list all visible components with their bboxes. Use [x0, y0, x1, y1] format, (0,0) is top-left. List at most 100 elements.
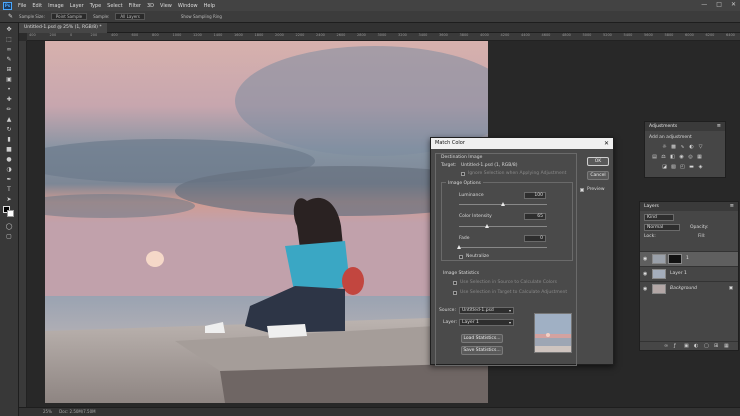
color-balance-icon[interactable]: ⚖	[660, 154, 667, 160]
show-sampling-ring-checkbox[interactable]: Show Sampling Ring	[181, 14, 222, 19]
menu-layer[interactable]: Layer	[67, 3, 87, 9]
minimize-icon[interactable]: —	[701, 1, 707, 8]
close-window-icon[interactable]: ✕	[731, 1, 736, 8]
visibility-eye-icon[interactable]: ◉	[643, 256, 647, 262]
eraser-tool-icon[interactable]: ▮	[4, 136, 14, 144]
adjustments-title[interactable]: Adjustments	[649, 124, 677, 129]
clone-stamp-icon[interactable]: ▲	[4, 116, 14, 124]
brush-tool-icon[interactable]: ✏	[4, 106, 14, 114]
gradient-map-icon[interactable]: ▬	[688, 164, 695, 170]
source-select[interactable]: Untitled-1.psd ▾	[459, 307, 514, 314]
frame-tool-icon[interactable]: ▣	[4, 76, 14, 84]
eyedropper-tool-icon[interactable]: ✎	[8, 13, 13, 20]
background-color-swatch[interactable]	[7, 210, 14, 217]
document-tab[interactable]: Untitled-1.psd @ 25% (1, RGB/8) *	[19, 23, 107, 33]
menu-view[interactable]: View	[157, 3, 175, 9]
ok-button[interactable]: OK	[587, 157, 609, 166]
menu-3d[interactable]: 3D	[144, 3, 157, 9]
vertical-ruler[interactable]	[19, 41, 27, 407]
document-image[interactable]	[45, 41, 488, 403]
layer-row-1[interactable]: ◉ 1	[640, 251, 738, 266]
new-group-icon[interactable]: ▢	[704, 343, 709, 349]
path-select-tool-icon[interactable]: ➤	[4, 196, 14, 204]
menu-file[interactable]: File	[15, 3, 29, 9]
menu-image[interactable]: Image	[45, 3, 67, 9]
bw-icon[interactable]: ◧	[669, 154, 676, 160]
fade-slider-track[interactable]	[459, 247, 547, 248]
photo-filter-icon[interactable]: ◉	[678, 154, 685, 160]
luminance-field[interactable]: 100	[524, 192, 546, 199]
color-intensity-slider-thumb[interactable]	[485, 224, 490, 228]
layers-title[interactable]: Layers	[644, 204, 659, 209]
blend-mode-select[interactable]: Normal	[644, 224, 680, 231]
zoom-level[interactable]: 25%	[43, 409, 52, 414]
threshold-icon[interactable]: ◰	[679, 164, 686, 170]
visibility-eye-icon[interactable]: ◉	[643, 286, 647, 292]
vibrance-icon[interactable]: ▽	[697, 144, 704, 150]
eyedropper-icon[interactable]: •	[4, 86, 14, 94]
add-mask-icon[interactable]: ▣	[684, 343, 689, 349]
blur-tool-icon[interactable]: ●	[4, 156, 14, 164]
layer-row-background[interactable]: ◉ Background ▣	[640, 281, 738, 296]
panel-menu-icon[interactable]: ≡	[730, 202, 734, 211]
close-icon[interactable]: ✕	[604, 138, 609, 149]
exposure-icon[interactable]: ◐	[688, 144, 695, 150]
healing-brush-icon[interactable]: ✚	[4, 96, 14, 104]
use-selection-source-checkbox[interactable]	[453, 281, 457, 285]
curves-icon[interactable]: ∿	[679, 144, 686, 150]
color-intensity-field[interactable]: 65	[524, 213, 546, 220]
layer-select[interactable]: Layer 1 ▾	[459, 319, 514, 326]
layer-kind-filter[interactable]: Kind	[644, 214, 674, 221]
sample-size-select[interactable]: Point Sample	[50, 13, 88, 20]
new-adjustment-icon[interactable]: ◐	[694, 343, 698, 349]
panel-menu-icon[interactable]: ≡	[717, 122, 721, 131]
menu-edit[interactable]: Edit	[29, 3, 45, 9]
preview-checkbox[interactable]	[580, 188, 584, 192]
load-statistics-button[interactable]: Load Statistics...	[461, 334, 503, 343]
history-brush-icon[interactable]: ↻	[4, 126, 14, 134]
hue-sat-icon[interactable]: ▤	[651, 154, 658, 160]
horizontal-ruler[interactable]: 400 200 0 200 400 600 800 1000 1200 1400 1600 1800 2…	[27, 33, 740, 41]
new-layer-icon[interactable]: ⊞	[714, 343, 718, 349]
lasso-tool-icon[interactable]: ∞	[4, 46, 14, 54]
layer-row-layer-1[interactable]: ◉ Layer 1	[640, 266, 738, 281]
menu-help[interactable]: Help	[201, 3, 218, 9]
fade-slider-thumb[interactable]	[457, 245, 461, 249]
link-layers-icon[interactable]: ∞	[664, 343, 668, 349]
fade-field[interactable]: 0	[524, 235, 546, 242]
quick-mask-icon[interactable]: ◯	[4, 223, 14, 231]
color-lookup-icon[interactable]: ▦	[696, 154, 703, 160]
channel-mixer-icon[interactable]: ◎	[687, 154, 694, 160]
save-statistics-button[interactable]: Save Statistics...	[461, 346, 503, 355]
marquee-tool-icon[interactable]: ⬚	[4, 36, 14, 44]
visibility-eye-icon[interactable]: ◉	[643, 271, 647, 277]
menu-type[interactable]: Type	[87, 3, 104, 9]
dodge-tool-icon[interactable]: ◑	[4, 166, 14, 174]
crop-tool-icon[interactable]: ⊞	[4, 66, 14, 74]
color-intensity-slider-track[interactable]	[459, 226, 547, 227]
menu-select[interactable]: Select	[104, 3, 125, 9]
fx-icon[interactable]: ƒ	[674, 343, 676, 349]
maximize-icon[interactable]: □	[716, 1, 722, 8]
delete-layer-icon[interactable]: ▦	[724, 343, 729, 349]
luminance-slider-thumb[interactable]	[501, 202, 505, 206]
pen-tool-icon[interactable]: ✒	[4, 176, 14, 184]
screen-mode-icon[interactable]: ▢	[4, 233, 14, 241]
invert-icon[interactable]: ◪	[661, 164, 668, 170]
gradient-tool-icon[interactable]: ■	[4, 146, 14, 154]
posterize-icon[interactable]: ▧	[670, 164, 677, 170]
levels-icon[interactable]: ▩	[670, 144, 677, 150]
dialog-title-bar[interactable]: Match Color ✕	[431, 138, 613, 149]
quick-select-tool-icon[interactable]: ✎	[4, 56, 14, 64]
move-tool-icon[interactable]: ✥	[4, 26, 14, 34]
cancel-button[interactable]: Cancel	[587, 171, 609, 180]
selective-color-icon[interactable]: ◈	[697, 164, 704, 170]
sample-select[interactable]: All Layers	[115, 13, 145, 20]
menu-window[interactable]: Window	[175, 3, 201, 9]
ignore-selection-checkbox[interactable]	[461, 172, 465, 176]
neutralize-checkbox[interactable]	[459, 255, 463, 259]
type-tool-icon[interactable]: T	[4, 186, 14, 194]
brightness-icon[interactable]: ☼	[661, 144, 668, 150]
layer-mask-thumbnail[interactable]	[668, 254, 682, 264]
use-selection-target-checkbox[interactable]	[453, 291, 457, 295]
